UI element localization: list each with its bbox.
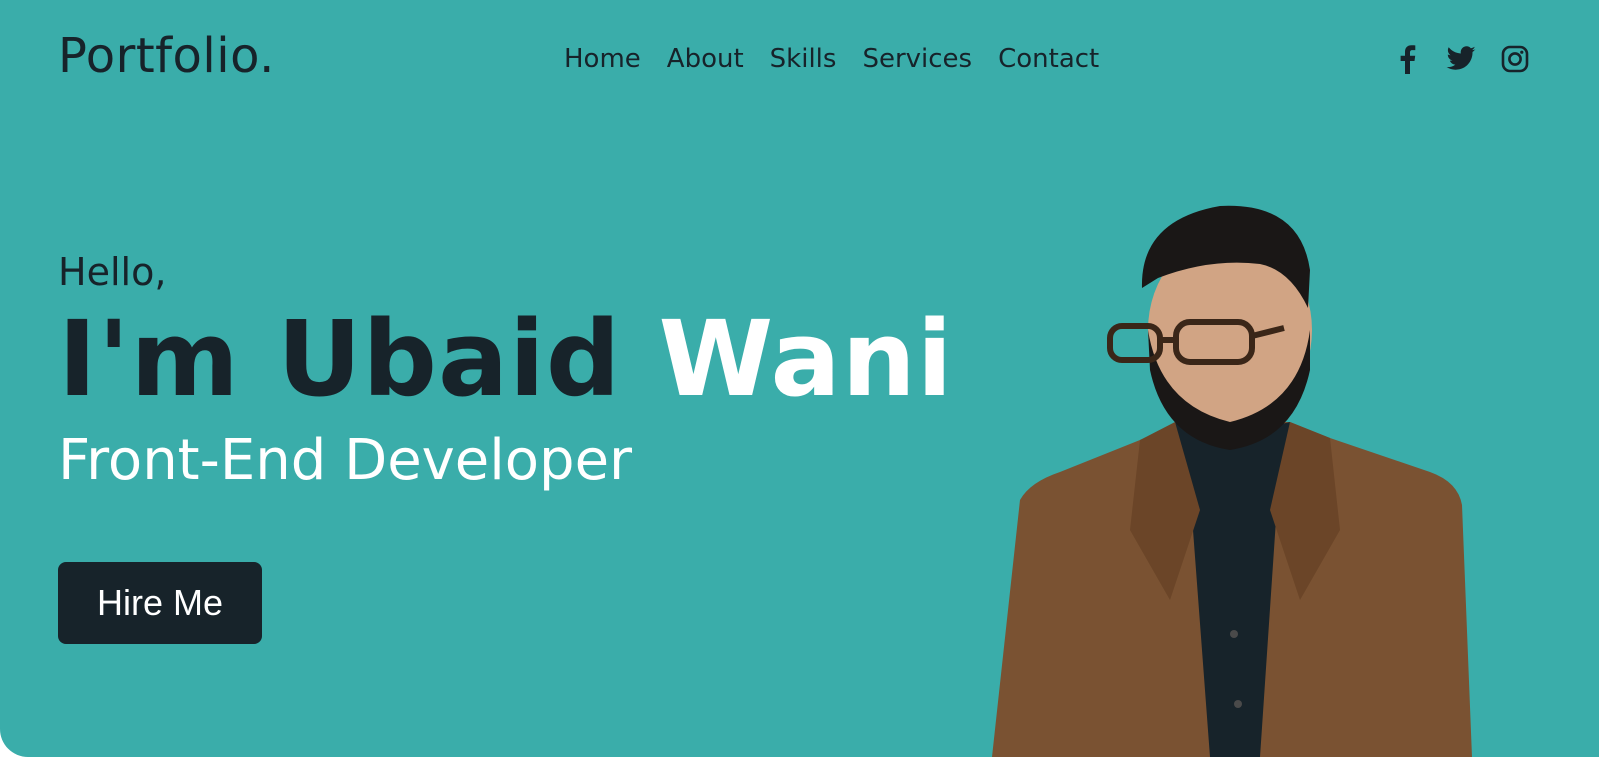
profile-photo — [992, 205, 1472, 757]
nav-about[interactable]: About — [667, 44, 744, 74]
nav-contact[interactable]: Contact — [998, 44, 1099, 74]
nav-home[interactable]: Home — [564, 44, 641, 74]
hero-name: I'm Ubaid Wani — [58, 304, 953, 414]
hero-name-first: I'm Ubaid — [58, 298, 622, 420]
main-nav: Home About Skills Services Contact — [564, 44, 1099, 74]
instagram-icon[interactable] — [1498, 42, 1532, 76]
portfolio-page: Portfolio. Home About Skills Services Co… — [0, 0, 1599, 757]
hero-name-last: Wani — [658, 298, 954, 420]
nav-skills[interactable]: Skills — [770, 44, 837, 74]
hero-role: Front-End Developer — [58, 428, 633, 493]
social-links — [1390, 42, 1532, 76]
hire-me-button[interactable]: Hire Me — [58, 562, 262, 644]
hero-greeting: Hello, — [58, 250, 167, 294]
hero-section: Hello, I'm Ubaid Wani Front-End Develope… — [58, 250, 953, 493]
facebook-icon[interactable] — [1390, 42, 1424, 76]
site-logo[interactable]: Portfolio. — [58, 28, 275, 84]
twitter-icon[interactable] — [1444, 42, 1478, 76]
nav-services[interactable]: Services — [862, 44, 972, 74]
